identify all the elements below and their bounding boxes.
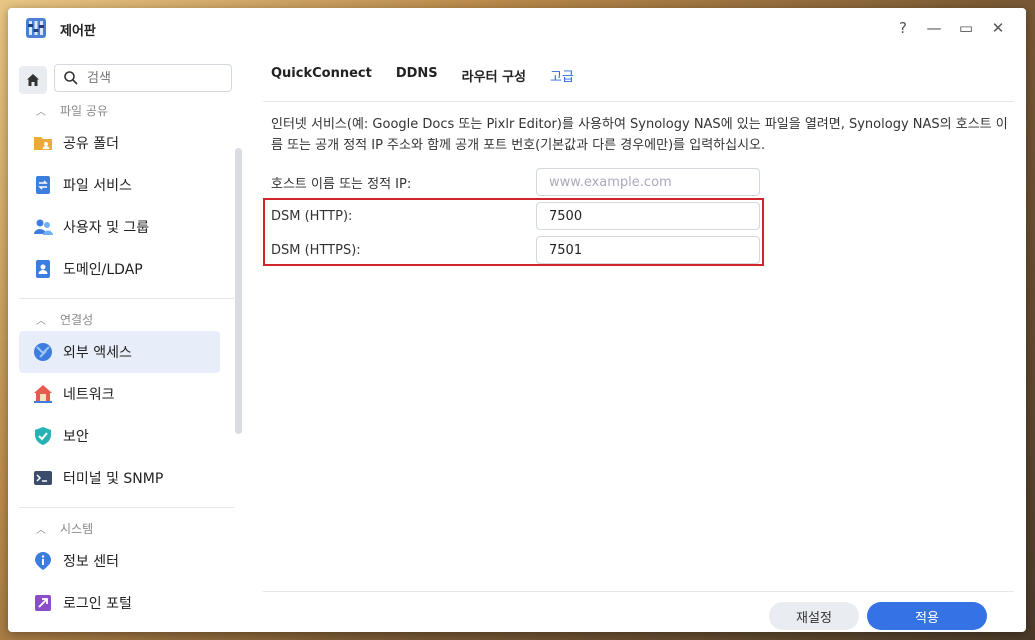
- sidebar-item-network[interactable]: 네트워크: [19, 373, 220, 415]
- scrollbar-thumb[interactable]: [235, 148, 242, 434]
- sidebar-item-terminal-snmp[interactable]: 터미널 및 SNMP: [19, 457, 220, 499]
- tab-advanced[interactable]: 고급: [550, 66, 574, 94]
- search-icon: [64, 71, 78, 85]
- sidebar-nav: ︿ 파일 공유 공유 폴더 파일 서비스 사용자 및 그룹 도메인/LDAP ︿…: [8, 98, 234, 624]
- sidebar-item-login-portal[interactable]: 로그인 포털: [19, 582, 220, 624]
- info-icon: [35, 552, 51, 570]
- sidebar-scrollbar[interactable]: [235, 98, 243, 632]
- sidebar-item-security[interactable]: 보안: [19, 415, 220, 457]
- sidebar-item-label: 도메인/LDAP: [63, 262, 143, 278]
- chevron-up-icon: ︿: [36, 315, 46, 327]
- sidebar-item-external-access[interactable]: 외부 액세스: [19, 331, 220, 373]
- section-header-connectivity[interactable]: ︿ 연결성: [8, 307, 234, 331]
- tab-divider: [263, 101, 1014, 102]
- section-title: 연결성: [60, 312, 94, 327]
- sidebar-item-label: 파일 서비스: [63, 178, 132, 194]
- sidebar-item-label: 네트워크: [63, 387, 115, 403]
- sidebar-item-label: 정보 센터: [63, 554, 119, 570]
- sidebar-item-label: 보안: [63, 429, 89, 445]
- sidebar-item-label: 터미널 및 SNMP: [63, 471, 164, 487]
- hostname-label: 호스트 이름 또는 정적 IP:: [271, 176, 412, 192]
- search-box[interactable]: [54, 64, 232, 92]
- main-content: QuickConnect DDNS 라우터 구성 고급 인터넷 서비스(예: G…: [263, 48, 1026, 632]
- home-icon: [27, 74, 39, 86]
- tab-quickconnect[interactable]: QuickConnect: [271, 66, 372, 94]
- chevron-up-icon: ︿: [36, 106, 46, 118]
- home-button[interactable]: [19, 66, 47, 94]
- external-access-icon: [34, 343, 52, 361]
- close-button[interactable]: ✕: [988, 18, 1008, 38]
- dsm-https-port-input[interactable]: [536, 236, 760, 264]
- shield-icon: [35, 427, 51, 445]
- section-header-system[interactable]: ︿ 시스템: [8, 516, 234, 540]
- help-button[interactable]: ?: [893, 18, 913, 38]
- control-panel-app-icon: [26, 18, 46, 38]
- search-input[interactable]: [85, 69, 219, 87]
- shared-folder-icon: [34, 137, 52, 150]
- divider: [19, 507, 234, 508]
- reset-button[interactable]: 재설정: [769, 602, 859, 630]
- control-panel-window: 제어판 ? — ▭ ✕ ︿ 파일 공유: [8, 8, 1026, 632]
- sidebar-item-label: 외부 액세스: [63, 345, 132, 361]
- sidebar-item-users-groups[interactable]: 사용자 및 그룹: [19, 206, 220, 248]
- login-portal-icon: [35, 595, 51, 611]
- sidebar-item-shared-folder[interactable]: 공유 폴더: [19, 122, 220, 164]
- chevron-up-icon: ︿: [36, 524, 46, 536]
- maximize-button[interactable]: ▭: [956, 18, 976, 38]
- sidebar-item-label: 공유 폴더: [63, 136, 119, 152]
- dsm-http-port-input[interactable]: [536, 202, 760, 230]
- title-bar: 제어판 ? — ▭ ✕: [8, 8, 1026, 48]
- sidebar-item-label: 사용자 및 그룹: [63, 220, 150, 236]
- file-services-icon: [36, 176, 50, 194]
- hostname-input[interactable]: [536, 168, 760, 196]
- window-title: 제어판: [60, 24, 96, 39]
- hostname-row: 호스트 이름 또는 정적 IP:: [271, 168, 760, 196]
- dsm-https-row: DSM (HTTPS):: [271, 236, 760, 264]
- dsm-http-label: DSM (HTTP):: [271, 208, 353, 224]
- section-title: 시스템: [60, 521, 94, 536]
- users-icon: [34, 219, 53, 235]
- domain-ldap-icon: [36, 260, 50, 278]
- sidebar-item-domain-ldap[interactable]: 도메인/LDAP: [19, 248, 220, 290]
- sidebar-item-file-services[interactable]: 파일 서비스: [19, 164, 220, 206]
- footer-divider: [263, 591, 1014, 592]
- section-header-file-sharing[interactable]: ︿ 파일 공유: [8, 98, 234, 122]
- tab-router-config[interactable]: 라우터 구성: [462, 66, 526, 94]
- sidebar-item-info-center[interactable]: 정보 센터: [19, 540, 220, 582]
- sidebar: ︿ 파일 공유 공유 폴더 파일 서비스 사용자 및 그: [8, 58, 248, 632]
- dsm-http-row: DSM (HTTP):: [271, 202, 760, 230]
- apply-button[interactable]: 적용: [867, 602, 987, 630]
- divider: [19, 298, 234, 299]
- tab-bar: QuickConnect DDNS 라우터 구성 고급: [271, 66, 598, 94]
- section-title: 파일 공유: [60, 103, 108, 118]
- terminal-icon: [34, 471, 52, 485]
- dsm-https-label: DSM (HTTPS):: [271, 242, 361, 258]
- network-icon: [34, 385, 52, 403]
- advanced-description: 인터넷 서비스(예: Google Docs 또는 Pixlr Editor)를…: [271, 117, 1008, 153]
- minimize-button[interactable]: —: [924, 18, 944, 38]
- sidebar-item-label: 로그인 포털: [63, 596, 132, 612]
- tab-ddns[interactable]: DDNS: [396, 66, 438, 94]
